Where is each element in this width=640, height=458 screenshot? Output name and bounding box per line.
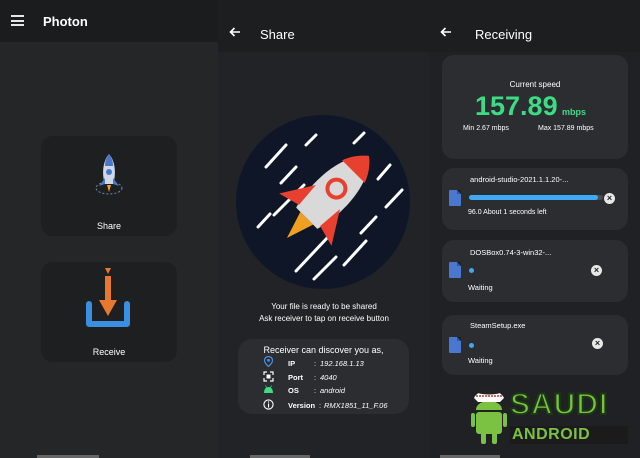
progress-track <box>469 195 603 200</box>
ip-separator: : <box>314 359 317 368</box>
cancel-icon[interactable]: × <box>604 193 615 204</box>
version-key: Version <box>288 401 316 410</box>
share-panel: Share Your file is ready to be shared As… <box>218 0 430 458</box>
speed-value: 157.89 <box>475 91 558 121</box>
discovery-info-card: Receiver can discover you as, IP : 192.1… <box>238 339 409 414</box>
file-icon <box>449 262 461 278</box>
max-speed: Max 157.89 mbps <box>538 125 594 132</box>
android-icon <box>264 385 273 393</box>
cancel-icon[interactable]: × <box>592 338 603 349</box>
min-speed: Min 2.67 mbps <box>463 125 509 132</box>
file-status: 96.0 About 1 seconds left <box>468 209 547 216</box>
progress-fill <box>469 195 598 200</box>
file-name: DOSBox0.74-3-win32-... <box>470 248 552 257</box>
receive-label: Receive <box>92 347 126 357</box>
ready-text-line1: Your file is ready to be shared <box>271 302 377 311</box>
ip-value: 192.168.1.13 <box>320 359 364 368</box>
android-mascot-icon <box>471 389 507 444</box>
menu-icon[interactable] <box>11 15 24 26</box>
ip-key: IP <box>288 359 296 368</box>
share-title: Share <box>260 27 295 42</box>
speed-readout: 157.89 mbps <box>475 91 586 122</box>
version-separator: : <box>319 401 322 410</box>
share-button[interactable]: Share <box>41 136 177 236</box>
location-icon <box>264 356 273 367</box>
info-icon <box>263 399 274 410</box>
port-key: Port <box>288 373 303 382</box>
watermark-line2: ANDROID <box>512 426 591 443</box>
port-separator: : <box>314 373 317 382</box>
speed-unit: mbps <box>562 107 587 117</box>
speed-label: Current speed <box>509 80 561 89</box>
rocket-icon <box>95 154 123 195</box>
file-item: SteamSetup.exe Waiting × <box>442 315 628 375</box>
file-icon <box>449 190 461 206</box>
home-panel: Photon Share Receive <box>0 0 218 458</box>
port-icon <box>263 371 274 382</box>
os-value: android <box>320 386 346 395</box>
cancel-icon[interactable]: × <box>591 265 602 276</box>
share-label: Share <box>96 221 122 231</box>
receiving-app-bar: Receiving <box>430 0 640 52</box>
ready-text-line2: Ask receiver to tap on receive button <box>259 314 389 323</box>
file-name: android-studio-2021.1.1.20-... <box>470 175 569 184</box>
watermark-line1: SAUDI <box>509 387 609 422</box>
port-value: 4040 <box>320 373 337 382</box>
file-name: SteamSetup.exe <box>470 321 526 330</box>
file-status: Waiting <box>468 356 493 365</box>
download-icon <box>86 268 130 327</box>
speed-card: Current speed 157.89 mbps Min 2.67 mbps … <box>442 55 628 159</box>
file-icon <box>449 337 461 353</box>
receiving-title: Receiving <box>475 27 533 42</box>
receive-button[interactable]: Receive <box>41 262 177 362</box>
pending-dot <box>469 343 474 348</box>
share-app-bar: Share <box>218 0 430 52</box>
pending-dot <box>469 268 474 273</box>
os-key: OS <box>288 386 299 395</box>
version-value: RMX1851_11_F.06 <box>324 401 388 410</box>
app-title: Photon <box>43 14 88 29</box>
discover-title: Receiver can discover you as, <box>263 345 384 355</box>
back-arrow-icon[interactable] <box>440 26 452 38</box>
watermark-logo: SAUDI ANDROID <box>470 386 634 448</box>
back-arrow-icon[interactable] <box>229 26 241 38</box>
file-status: Waiting <box>468 283 493 292</box>
file-item: DOSBox0.74-3-win32-... Waiting × <box>442 240 628 302</box>
file-item: android-studio-2021.1.1.20-... 96.0 Abou… <box>442 168 628 230</box>
home-app-bar: Photon <box>0 0 218 42</box>
os-separator: : <box>314 386 317 395</box>
rocket-illustration <box>236 115 410 289</box>
